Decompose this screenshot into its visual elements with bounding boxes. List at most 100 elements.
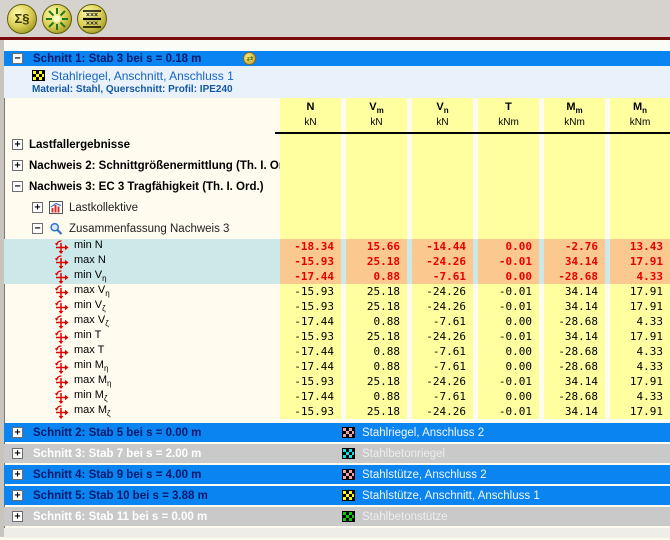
value-cell: 0.88 <box>346 344 407 359</box>
value-cell: 25.18 <box>346 374 407 389</box>
tree-item-lastkollektive[interactable]: Lastkollektive <box>4 197 670 218</box>
result-row-max-Veta[interactable]: max Vη -15.9325.18-24.26-0.0134.1417.91 <box>4 284 670 299</box>
magnifier-icon <box>49 222 63 235</box>
result-row-min-T[interactable]: min T -15.9325.18-24.26-0.0134.1417.91 <box>4 329 670 344</box>
value-cell: -24.26 <box>412 404 473 419</box>
section-2-header-bar[interactable]: Schnitt 2: Stab 5 bei s = 0.00 m Stahlri… <box>4 423 670 442</box>
expand-icon[interactable] <box>12 490 23 501</box>
expand-icon[interactable] <box>12 160 23 171</box>
result-row-min-Meta[interactable]: min Mη -17.440.88-7.610.00-28.684.33 <box>4 359 670 374</box>
value-cell: 0.00 <box>478 344 539 359</box>
expand-icon[interactable] <box>32 202 43 213</box>
results-table-icon <box>82 9 102 29</box>
value-cell: -28.68 <box>544 314 605 329</box>
expand-icon[interactable] <box>12 511 23 522</box>
checker-icon-pink <box>342 427 355 438</box>
value-cell: -0.01 <box>478 299 539 314</box>
value-cell: -15.93 <box>280 299 341 314</box>
value-cell: 0.00 <box>478 389 539 404</box>
results-panel: Schnitt 1: Stab 3 bei s = 0.18 m Stahlri… <box>0 40 670 537</box>
checker-icon-yellow <box>32 70 45 81</box>
expand-icon[interactable] <box>12 427 23 438</box>
sum-paragraph-icon: Σ§ <box>14 11 29 26</box>
value-cell: -18.34 <box>280 239 341 254</box>
collapse-icon[interactable] <box>12 181 23 192</box>
tree-item-nachweis-3[interactable]: Nachweis 3: EC 3 Tragfähigkeit (Th. I. O… <box>4 176 670 197</box>
value-cell: -0.01 <box>478 284 539 299</box>
column-header-Vm: Vm kN <box>346 98 407 132</box>
value-cell: 13.43 <box>610 239 670 254</box>
value-cell: 17.91 <box>610 404 670 419</box>
section-1-title: Schnitt 1: Stab 3 bei s = 0.18 m <box>33 53 201 65</box>
value-cell: -0.01 <box>478 404 539 419</box>
tree-item-zusammenfassung[interactable]: Zusammenfassung Nachweis 3 <box>4 218 670 239</box>
value-cell: 0.00 <box>478 269 539 284</box>
value-cell: 0.88 <box>346 269 407 284</box>
section-4-header-bar[interactable]: Schnitt 4: Stab 9 bei s = 4.00 m Stahlst… <box>4 465 670 484</box>
result-row-max-N[interactable]: max N -15.9325.18-24.26-0.0134.1417.91 <box>4 254 670 269</box>
panel-top-strip <box>4 40 670 51</box>
value-cell: -17.44 <box>280 344 341 359</box>
value-cell: 17.91 <box>610 284 670 299</box>
value-cell: -7.61 <box>412 269 473 284</box>
section-3-header-bar[interactable]: Schnitt 3: Stab 7 bei s = 2.00 m Stahlbe… <box>4 444 670 463</box>
collapse-icon[interactable] <box>32 223 43 234</box>
section-1-subtitle: Stahlriegel, Anschnitt, Anschluss 1 <box>51 69 234 83</box>
value-cell: 34.14 <box>544 284 605 299</box>
expand-icon[interactable] <box>12 448 23 459</box>
result-row-min-Vzeta[interactable]: min Vζ -15.9325.18-24.26-0.0134.1417.91 <box>4 299 670 314</box>
section-1-header-bar[interactable]: Schnitt 1: Stab 3 bei s = 0.18 m <box>4 51 670 66</box>
collapse-icon[interactable] <box>12 53 23 64</box>
axes-icon <box>54 285 69 299</box>
value-cell: -24.26 <box>412 284 473 299</box>
value-cell: 17.91 <box>610 299 670 314</box>
chart-icon <box>49 201 63 214</box>
starburst-icon <box>46 8 68 30</box>
checker-icon-green <box>342 511 355 522</box>
value-cell: 4.33 <box>610 359 670 374</box>
value-cell: 0.88 <box>346 389 407 404</box>
value-cell: 15.66 <box>346 239 407 254</box>
section-5-header-bar[interactable]: Schnitt 5: Stab 10 bei s = 3.88 m Stahls… <box>4 486 670 505</box>
value-cell: -15.93 <box>280 284 341 299</box>
section-6-header-bar[interactable]: Schnitt 6: Stab 11 bei s = 0.00 m Stahlb… <box>4 507 670 526</box>
result-row-max-Mzeta[interactable]: max Mζ -15.9325.18-24.26-0.0134.1417.91 <box>4 404 670 419</box>
tree-item-nachweis-2[interactable]: Nachweis 2: Schnittgrößenermittlung (Th.… <box>4 155 670 176</box>
results-table-button[interactable] <box>77 4 107 34</box>
result-row-min-Mzeta[interactable]: min Mζ -17.440.88-7.610.00-28.684.33 <box>4 389 670 404</box>
sum-paragraph-button[interactable]: Σ§ <box>7 4 37 34</box>
value-cell: -15.93 <box>280 329 341 344</box>
result-row-min-Veta[interactable]: min Vη -17.440.88-7.610.00-28.684.33 <box>4 269 670 284</box>
starburst-button[interactable] <box>42 4 72 34</box>
value-cell: 34.14 <box>544 374 605 389</box>
axes-icon <box>54 360 69 374</box>
value-cell: -24.26 <box>412 374 473 389</box>
axes-icon <box>54 300 69 314</box>
result-row-max-Meta[interactable]: max Mη -15.9325.18-24.26-0.0134.1417.91 <box>4 374 670 389</box>
value-cell: -24.26 <box>412 299 473 314</box>
value-cell: 0.88 <box>346 359 407 374</box>
result-row-min-N[interactable]: min N -18.3415.66-14.440.00-2.7613.43 <box>4 239 670 254</box>
value-cell: 4.33 <box>610 269 670 284</box>
column-header-T: T kNm <box>478 98 539 132</box>
expand-icon[interactable] <box>12 139 23 150</box>
value-cell: 0.88 <box>346 314 407 329</box>
result-row-max-T[interactable]: max T -17.440.88-7.610.00-28.684.33 <box>4 344 670 359</box>
axes-icon <box>54 390 69 404</box>
value-cell: 25.18 <box>346 329 407 344</box>
axes-icon <box>54 315 69 329</box>
value-cell: -0.01 <box>478 374 539 389</box>
tree-item-lastfallergebnisse[interactable]: Lastfallergebnisse <box>4 134 670 155</box>
table-header-row: N kN Vm kN Vn kN T kNm Mm kNm Mn kNm <box>4 98 670 134</box>
bottom-filler <box>4 528 670 538</box>
result-row-max-Vzeta[interactable]: max Vζ -17.440.88-7.610.00-28.684.33 <box>4 314 670 329</box>
axes-icon <box>54 375 69 389</box>
value-cell: -17.44 <box>280 269 341 284</box>
expand-icon[interactable] <box>12 469 23 480</box>
value-cell: -7.61 <box>412 314 473 329</box>
refresh-icon[interactable] <box>243 52 256 65</box>
column-header-Mm: Mm kNm <box>544 98 605 132</box>
value-cell: 34.14 <box>544 329 605 344</box>
column-header-N: N kN <box>280 98 341 132</box>
axes-icon <box>54 270 69 284</box>
